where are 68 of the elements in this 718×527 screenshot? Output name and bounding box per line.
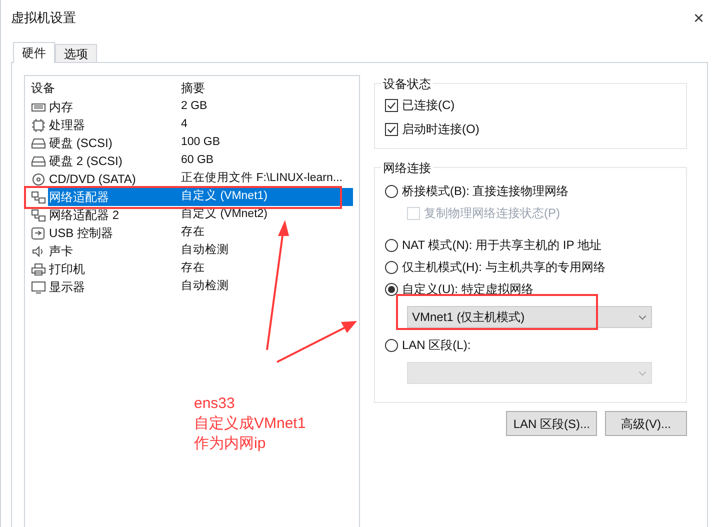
device-summary: 自动检测 [181,242,229,258]
device-row[interactable]: 内存 2 GB [31,98,353,116]
annotation-text: ens33 [194,394,236,414]
device-row[interactable]: 硬盘 (SCSI) 100 GB [31,134,353,152]
dialog-button[interactable]: LAN 区段(S)... [506,411,597,436]
annotation-text: 作为内网ip [194,434,267,454]
device-row[interactable]: 打印机 存在 [31,260,353,278]
checkbox-label: 复制物理网络连接状态(P) [424,205,560,222]
device-name: 硬盘 (SCSI) [48,135,114,152]
device-summary: 自定义 (VMnet1) [181,188,268,204]
checkbox[interactable] [385,98,398,112]
close-button[interactable]: × [689,4,708,32]
dropdown[interactable]: VMnet1 (仅主机模式) [407,306,652,328]
device-summary: 存在 [181,260,205,276]
device-name: 打印机 [48,261,86,278]
device-name: 处理器 [48,117,86,134]
network-icon [31,208,46,222]
tab[interactable]: 选项 [55,44,97,62]
device-row[interactable]: 处理器 4 [31,116,353,134]
device-name: 网络适配器 2 [48,207,120,224]
printer-icon [31,262,46,276]
radio-label: NAT 模式(N): 用于共享主机的 IP 地址 [402,237,602,254]
device-name: 内存 [48,99,74,116]
chip-icon [31,118,46,132]
radio-button[interactable] [385,238,398,252]
radio-button[interactable] [385,282,398,296]
device-summary: 2 GB [181,99,208,114]
device-row[interactable]: 声卡 自动检测 [31,242,353,260]
device-summary: 自动检测 [181,278,229,294]
checkbox[interactable] [385,122,398,136]
device-name: USB 控制器 [48,225,114,242]
window-title: 虚拟机设置 [11,9,76,28]
chevron-down-icon [638,314,647,320]
radio-label: 仅主机模式(H): 与主机共享的专用网络 [402,259,606,276]
device-summary: 4 [181,117,188,132]
annotation-text: 自定义成VMnet1 [194,414,306,434]
disc-icon [31,172,46,186]
monitor-icon [31,280,46,294]
column-header: 设备 [31,80,56,97]
radio-button[interactable] [385,184,398,198]
group-title: 设备状态 [381,75,433,93]
tab[interactable]: 硬件 [13,42,55,63]
device-summary: 100 GB [181,135,220,150]
chevron-down-icon [638,370,647,376]
device-row[interactable]: CD/DVD (SATA) 正在使用文件 F:\LINUX-learn... [31,170,353,188]
device-name: CD/DVD (SATA) [48,171,137,188]
checkbox-label: 已连接(C) [402,97,455,114]
checkbox-label: 启动时连接(O) [402,121,480,138]
device-summary: 60 GB [181,153,214,168]
radio-label: 桥接模式(B): 直接连接物理网络 [402,183,569,200]
device-row[interactable]: 显示器 自动检测 [31,278,353,296]
memory-icon [31,100,46,114]
device-summary: 正在使用文件 F:\LINUX-learn... [181,170,342,186]
radio-label: LAN 区段(L): [402,337,471,354]
column-header: 摘要 [181,80,205,97]
dialog-button[interactable]: 高级(V)... [605,411,687,436]
device-summary: 存在 [181,224,205,240]
usb-icon [31,226,46,240]
group-title: 网络连接 [381,159,433,177]
radio-button[interactable] [385,260,398,274]
radio-button[interactable] [385,338,398,352]
device-name: 网络适配器 [48,189,110,206]
device-row[interactable]: 硬盘 2 (SCSI) 60 GB [31,152,353,170]
network-icon [31,190,46,204]
device-name: 显示器 [48,279,86,296]
device-name: 硬盘 2 (SCSI) [48,153,124,170]
device-name: 声卡 [48,243,74,260]
device-row[interactable]: USB 控制器 存在 [31,224,353,242]
